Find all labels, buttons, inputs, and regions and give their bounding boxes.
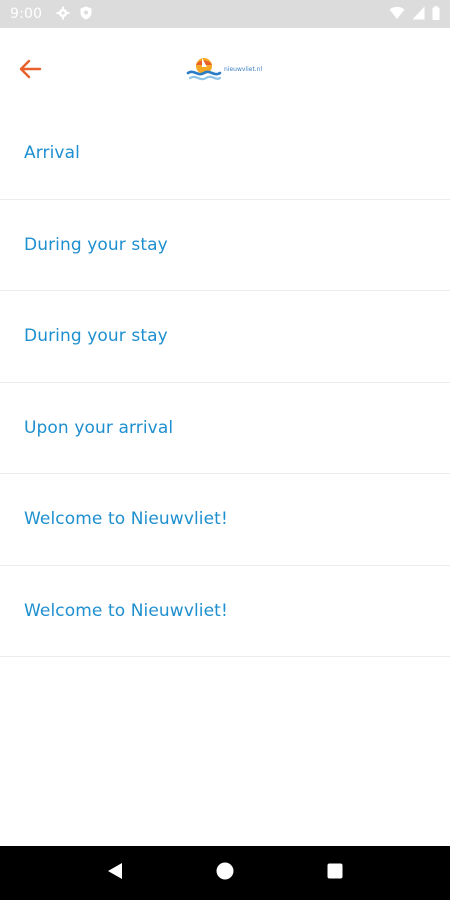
menu-item-arrival[interactable]: Arrival: [0, 108, 450, 200]
wifi-icon: [389, 5, 405, 24]
menu-item-label: Welcome to Nieuwvliet!: [24, 509, 228, 530]
app-logo: nieuwvliet.nl: [186, 56, 266, 88]
menu-item-label: During your stay: [24, 326, 168, 347]
menu-item-welcome[interactable]: Welcome to Nieuwvliet!: [0, 474, 450, 566]
menu-item-during-your-stay[interactable]: During your stay: [0, 200, 450, 291]
menu-list: Arrival During your stay During your sta…: [0, 108, 450, 657]
status-time: 9:00: [10, 6, 43, 22]
menu-item-during-your-stay-2[interactable]: During your stay: [0, 291, 450, 383]
gear-icon: [56, 5, 70, 24]
menu-item-label: Arrival: [24, 143, 80, 164]
back-triangle-icon: [106, 861, 124, 885]
menu-item-label: Welcome to Nieuwvliet!: [24, 600, 228, 621]
status-right-icons: [389, 5, 440, 24]
system-nav-bar: [0, 846, 450, 900]
menu-item-label: During your stay: [24, 234, 168, 255]
app-bar: nieuwvliet.nl: [0, 28, 450, 112]
battery-icon: [432, 5, 440, 24]
nav-back-button[interactable]: [95, 853, 135, 893]
status-bar: 9:00: [0, 0, 450, 28]
status-left-icons: [56, 5, 92, 24]
arrow-left-icon: [18, 59, 42, 83]
menu-item-welcome-2[interactable]: Welcome to Nieuwvliet!: [0, 566, 450, 657]
nav-home-button[interactable]: [205, 853, 245, 893]
shield-icon: [80, 5, 92, 24]
home-circle-icon: [215, 861, 235, 885]
back-button[interactable]: [12, 56, 48, 86]
nav-recents-button[interactable]: [315, 853, 355, 893]
menu-item-label: Upon your arrival: [24, 417, 174, 438]
logo-mark-icon: [186, 55, 222, 89]
menu-item-upon-your-arrival[interactable]: Upon your arrival: [0, 383, 450, 474]
signal-icon: [412, 5, 425, 24]
logo-text: nieuwvliet.nl: [224, 65, 263, 73]
recents-square-icon: [326, 862, 344, 884]
